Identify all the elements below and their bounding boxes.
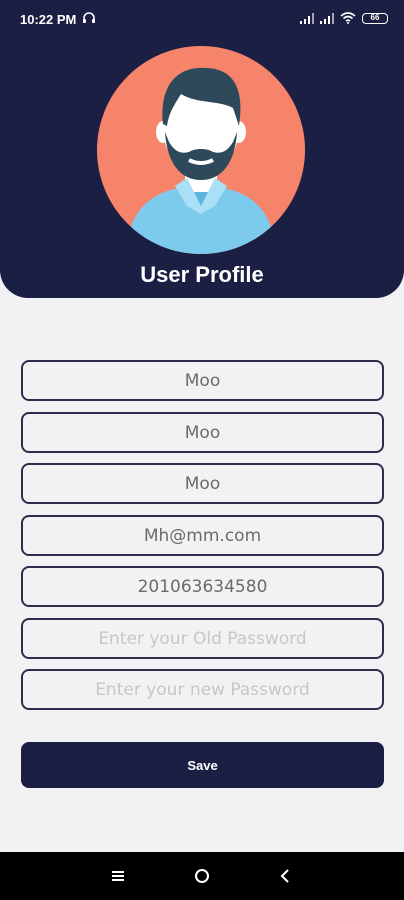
- save-button[interactable]: Save: [21, 742, 384, 788]
- first-name-field[interactable]: [21, 360, 384, 401]
- status-time: 10:22 PM: [20, 12, 77, 27]
- navigation-bar: [0, 852, 404, 900]
- signal-icon: [300, 12, 314, 24]
- phone-field[interactable]: [21, 566, 384, 607]
- last-name-field[interactable]: [21, 463, 384, 504]
- back-icon[interactable]: [276, 866, 296, 886]
- profile-header: 10:22 PM 66 User Profile: [0, 0, 404, 298]
- avatar: [97, 46, 305, 254]
- headset-icon: [83, 12, 95, 23]
- page-title: User Profile: [140, 262, 264, 287]
- status-bar: 10:22 PM 66: [0, 0, 404, 38]
- battery-icon: 66: [362, 12, 388, 24]
- menu-icon[interactable]: [108, 866, 128, 886]
- old-password-field[interactable]: [21, 618, 384, 659]
- wifi-icon: [340, 12, 356, 24]
- signal-icon-2: [320, 12, 334, 24]
- home-icon[interactable]: [192, 866, 212, 886]
- email-field[interactable]: [21, 515, 384, 556]
- middle-name-field[interactable]: [21, 412, 384, 453]
- new-password-field[interactable]: [21, 669, 384, 710]
